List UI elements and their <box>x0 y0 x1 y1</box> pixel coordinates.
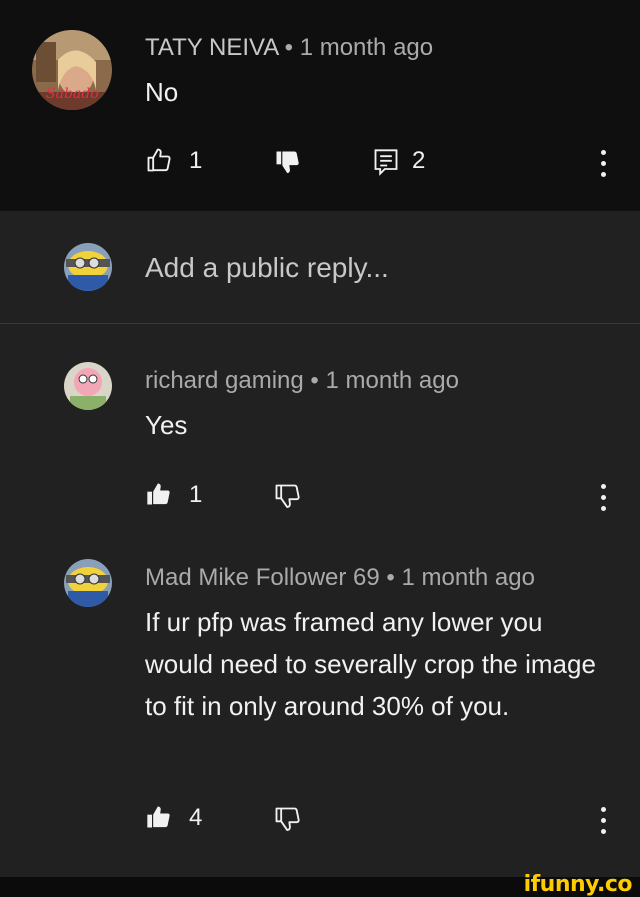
more-vert-icon[interactable] <box>601 484 607 517</box>
thumbs-down-icon[interactable] <box>273 482 301 515</box>
add-reply-input[interactable]: Add a public reply... <box>145 252 389 284</box>
reply-meta: richard gaming • 1 month ago <box>145 367 459 395</box>
reply-author[interactable]: Mad Mike Follower 69 <box>145 564 380 591</box>
reply-avatar[interactable] <box>64 559 112 607</box>
reply-meta: Mad Mike Follower 69 • 1 month ago <box>145 564 535 592</box>
reply-count: 2 <box>412 147 426 174</box>
thumbs-up-icon[interactable] <box>145 480 173 513</box>
reply-time: 1 month ago <box>325 367 459 394</box>
meta-separator: • <box>379 564 402 591</box>
ifunny-watermark: ifunny.co <box>523 872 633 897</box>
author-name[interactable]: TATY NEIVA <box>145 34 278 61</box>
like-count: 1 <box>189 147 203 174</box>
more-vert-icon[interactable] <box>601 150 607 183</box>
reply-author[interactable]: richard gaming <box>145 367 304 394</box>
reply-time: 1 month ago <box>401 564 535 591</box>
comment-icon[interactable] <box>373 148 399 181</box>
comment-time: 1 month ago <box>299 34 434 61</box>
avatar-caption: Sabado <box>46 86 99 102</box>
like-count: 4 <box>189 804 203 831</box>
thumbs-down-icon[interactable] <box>273 805 301 838</box>
comment-meta: TATY NEIVA • 1 month ago <box>145 34 433 62</box>
thumbs-up-icon[interactable] <box>145 146 173 179</box>
meta-separator: • <box>277 34 300 61</box>
more-vert-icon[interactable] <box>601 807 607 840</box>
replies-list: richard gaming • 1 month ago Yes 1 Mad M… <box>0 324 640 877</box>
thumbs-up-icon[interactable] <box>145 803 173 836</box>
top-comment-section: Sabado TATY NEIVA • 1 month ago No 1 2 <box>0 0 640 211</box>
reply-text: If ur pfp was framed any lower you would… <box>145 607 596 721</box>
like-count: 1 <box>189 481 203 508</box>
reply-text: Yes <box>145 410 188 440</box>
my-avatar <box>64 243 112 291</box>
reply-avatar[interactable] <box>64 362 112 410</box>
comment-text: No <box>145 77 179 107</box>
meta-separator: • <box>303 367 326 394</box>
thumbs-down-icon[interactable] <box>273 148 301 181</box>
author-avatar[interactable]: Sabado <box>32 30 112 110</box>
